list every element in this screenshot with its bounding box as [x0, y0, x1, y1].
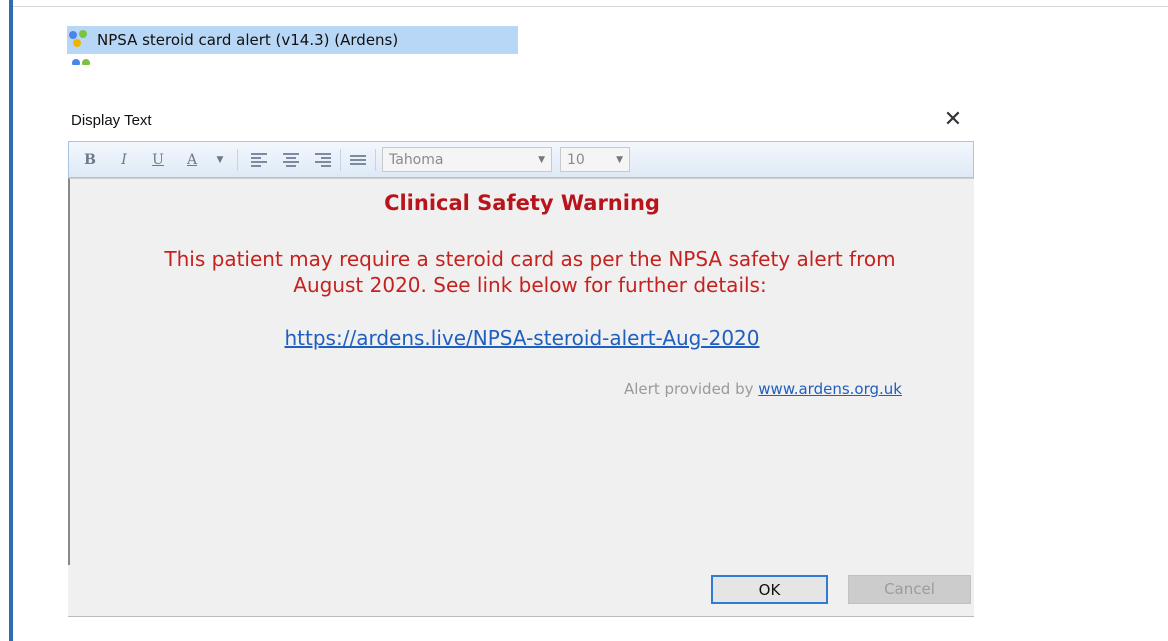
font-family-select[interactable]: Tahoma ▼	[382, 147, 552, 172]
steroid-alert-link[interactable]: https://ardens.live/NPSA-steroid-alert-A…	[70, 326, 974, 350]
align-right-icon	[315, 152, 331, 167]
warning-body: This patient may require a steroid card …	[70, 246, 974, 298]
align-center-icon	[283, 152, 299, 167]
font-color-dropdown-icon[interactable]: ▼	[209, 147, 231, 173]
display-text-editor[interactable]: Clinical Safety Warning This patient may…	[68, 178, 974, 565]
protocol-icon	[69, 30, 91, 50]
font-size-value: 10	[567, 151, 585, 168]
underline-button[interactable]: U	[147, 147, 169, 173]
formatting-toolbar: B I U A ▼ Tahoma ▼ 10 ▼	[68, 141, 974, 178]
dialog-title: Display Text	[71, 112, 152, 129]
provider-prefix: Alert provided by	[624, 380, 754, 398]
tree-item-npsa-alert[interactable]: NPSA steroid card alert (v14.3) (Ardens)	[67, 26, 518, 54]
protocol-icon	[72, 59, 94, 65]
toolbar-separator	[340, 148, 341, 171]
ok-button[interactable]: OK	[711, 575, 828, 604]
font-size-select[interactable]: 10 ▼	[560, 147, 630, 172]
close-icon[interactable]: ✕	[939, 106, 967, 134]
italic-button[interactable]: I	[113, 147, 135, 173]
warning-body-line-1: This patient may require a steroid card …	[164, 247, 896, 271]
top-divider	[13, 6, 1168, 7]
toolbar-separator	[237, 148, 238, 171]
font-family-value: Tahoma	[389, 151, 444, 168]
warning-body-line-2: August 2020. See link below for further …	[293, 273, 767, 297]
cancel-button[interactable]: Cancel	[848, 575, 971, 604]
bold-button[interactable]: B	[79, 147, 101, 173]
font-color-button[interactable]: A	[181, 147, 203, 173]
align-right-button[interactable]	[312, 147, 334, 173]
alert-provider-note: Alert provided by www.ardens.org.uk	[624, 380, 902, 398]
align-left-icon	[251, 152, 267, 167]
warning-heading: Clinical Safety Warning	[384, 191, 660, 215]
provider-link[interactable]: www.ardens.org.uk	[758, 380, 902, 398]
tree-item-label: NPSA steroid card alert (v14.3) (Ardens)	[97, 31, 399, 49]
align-center-button[interactable]	[280, 147, 302, 173]
bullet-list-icon	[350, 153, 366, 167]
dialog-footer: OK Cancel	[68, 565, 974, 616]
left-accent-bar	[9, 0, 13, 641]
chevron-down-icon: ▼	[616, 154, 623, 165]
toolbar-separator	[375, 148, 376, 171]
dialog-bottom-edge	[68, 616, 974, 617]
chevron-down-icon: ▼	[538, 154, 545, 165]
align-left-button[interactable]	[248, 147, 270, 173]
bullet-list-button[interactable]	[347, 147, 369, 173]
